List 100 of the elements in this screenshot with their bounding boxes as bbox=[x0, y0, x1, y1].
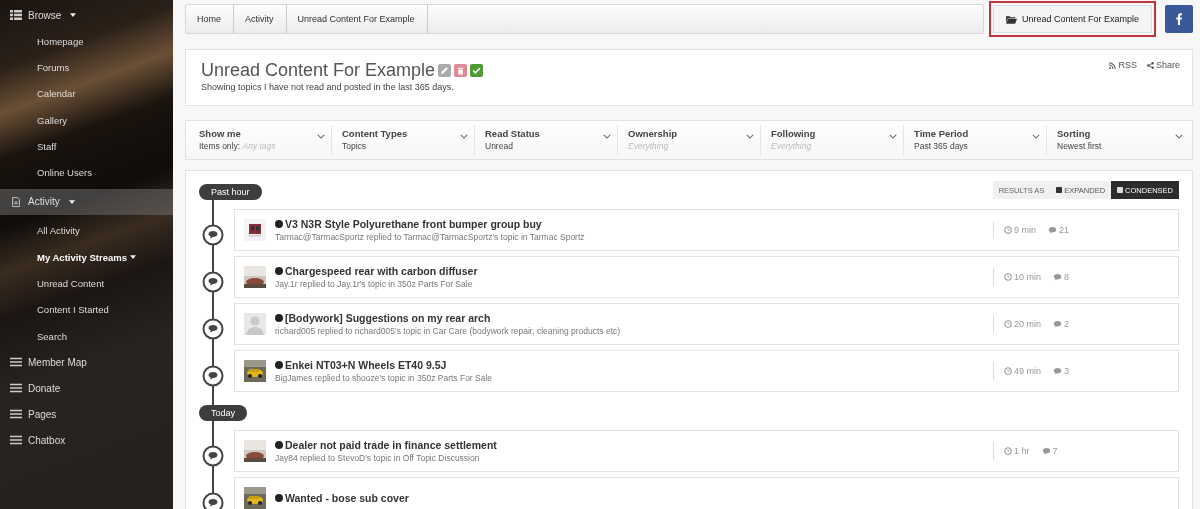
chevron-down-icon bbox=[1032, 134, 1040, 139]
topic-title-link[interactable]: Enkei NT03+N Wheels ET40 9.5J bbox=[275, 359, 993, 371]
sidebar-item[interactable]: Search bbox=[0, 322, 173, 350]
clock-icon bbox=[1004, 367, 1012, 375]
speech-bubble-icon bbox=[1053, 273, 1062, 281]
topic-title-link[interactable]: Wanted - bose sub cover bbox=[275, 492, 1168, 504]
share-icon bbox=[1146, 61, 1154, 69]
sidebar-section[interactable]: Donate bbox=[0, 375, 173, 402]
page-description: Showing topics I have not read and posted in the last 365 days. bbox=[201, 82, 455, 92]
sidebar-section[interactable]: Activity bbox=[0, 188, 173, 215]
clock-icon bbox=[1004, 226, 1012, 234]
reply-count: 21 bbox=[1048, 225, 1070, 235]
chevron-down-icon bbox=[317, 134, 325, 139]
time-group-label: Today bbox=[199, 405, 248, 421]
sidebar-item[interactable]: My Activity Streams bbox=[0, 244, 173, 271]
activity-summary: BigJames replied to shooze's topic in 350z Parts For Sale bbox=[275, 373, 494, 383]
clock-icon bbox=[1004, 447, 1012, 455]
filter-dropdown[interactable]: Content Types Topics bbox=[332, 125, 475, 155]
edit-button[interactable] bbox=[438, 64, 452, 77]
activity-card[interactable]: V3 N3R Style Polyurethane front bumper group buy Tarmac@TarmacSportz replied to Tarmac@TarmacSportz's topic in Tarmac Sportz 9 min 21 bbox=[234, 209, 1179, 251]
clock-icon bbox=[1004, 320, 1012, 328]
speech-bubble-icon bbox=[1053, 320, 1062, 328]
breadcrumb-link[interactable]: Home bbox=[186, 5, 234, 33]
activity-card[interactable]: Dealer not paid trade in finance settlement Jay84 replied to StevoD's topic in Off Topic Discussion 1 hr 7 bbox=[234, 430, 1179, 472]
topic-title-link[interactable]: Dealer not paid trade in finance settlement bbox=[275, 439, 993, 451]
time-ago: 9 min bbox=[1004, 225, 1036, 235]
time-ago: 1 hr bbox=[1004, 446, 1030, 456]
confirm-button[interactable] bbox=[470, 64, 484, 77]
topic-title-link[interactable]: [Bodywork] Suggestions on my rear arch bbox=[275, 312, 993, 324]
activity-card[interactable]: Wanted - bose sub cover bbox=[234, 477, 1179, 509]
document-icon bbox=[10, 196, 22, 207]
time-ago: 10 min bbox=[1004, 272, 1041, 282]
comment-node-icon bbox=[202, 445, 224, 467]
sidebar-item[interactable]: Content I Started bbox=[0, 296, 173, 323]
menu-icon bbox=[10, 357, 22, 368]
sidebar-item[interactable]: Unread Content bbox=[0, 270, 173, 297]
comment-node-icon bbox=[202, 224, 224, 246]
time-ago: 20 min bbox=[1004, 319, 1041, 329]
unread-content-button[interactable]: Unread Content For Example bbox=[992, 5, 1152, 33]
speech-bubble-icon bbox=[1048, 226, 1057, 234]
sidebar-item[interactable]: Forums bbox=[0, 54, 173, 81]
sidebar-item[interactable]: Homepage bbox=[0, 28, 173, 55]
pencil-icon bbox=[440, 66, 450, 75]
page-title: Unread Content For Example bbox=[201, 60, 436, 81]
reply-count: 3 bbox=[1053, 366, 1070, 376]
facebook-icon bbox=[1176, 13, 1182, 25]
comment-node-icon bbox=[202, 318, 224, 340]
square-icon bbox=[1117, 187, 1124, 193]
check-icon bbox=[472, 66, 482, 75]
chevron-down-icon bbox=[889, 134, 897, 139]
filter-dropdown[interactable]: Sorting Newest first bbox=[1047, 125, 1189, 155]
activity-summary: Jay84 replied to StevoD's topic in Off Topic Discussion bbox=[275, 453, 481, 463]
menu-icon bbox=[10, 383, 22, 394]
activity-summary: richard005 replied to richard005's topic in Car Care (bodywork repair, cleaning products etc) bbox=[275, 326, 622, 336]
activity-card[interactable]: Chargespeed rear with carbon diffuser Jay.1r replied to Jay.1r's topic in 350z Parts For Sale 10 min 8 bbox=[234, 256, 1179, 298]
avatar-icon bbox=[244, 313, 266, 335]
rss-icon bbox=[1109, 61, 1117, 69]
delete-button[interactable] bbox=[454, 64, 468, 77]
sidebar-section[interactable]: Browse bbox=[0, 2, 173, 28]
sidebar-item[interactable]: Gallery bbox=[0, 106, 173, 134]
time-ago: 49 min bbox=[1004, 366, 1041, 376]
reply-count: 8 bbox=[1053, 272, 1070, 282]
activity-card[interactable]: Enkei NT03+N Wheels ET40 9.5J BigJames replied to shooze's topic in 350z Parts For Sale 49 min 3 bbox=[234, 350, 1179, 392]
speech-bubble-icon bbox=[1053, 367, 1062, 375]
sidebar-item[interactable]: Calendar bbox=[0, 80, 173, 107]
menu-icon bbox=[10, 409, 22, 420]
sidebar-section[interactable]: Pages bbox=[0, 401, 173, 428]
activity-summary: Tarmac@TarmacSportz replied to Tarmac@TarmacSportz's topic in Tarmac Sportz bbox=[275, 232, 586, 242]
share-link[interactable]: Share bbox=[1146, 60, 1180, 70]
trash-icon bbox=[456, 66, 466, 75]
topic-title-link[interactable]: V3 N3R Style Polyurethane front bumper group buy bbox=[275, 218, 993, 230]
chevron-down-icon bbox=[603, 134, 611, 139]
activity-card[interactable]: [Bodywork] Suggestions on my rear arch richard005 replied to richard005's topic in Car Care (bodywork repair, cleaning products etc) 20 min 2 bbox=[234, 303, 1179, 345]
speech-bubble-icon bbox=[1041, 447, 1051, 455]
sidebar-item[interactable]: Staff bbox=[0, 133, 173, 160]
filter-dropdown[interactable]: Ownership Everything bbox=[618, 125, 761, 155]
clock-icon bbox=[1004, 273, 1012, 281]
activity-summary: Jay.1r replied to Jay.1r's topic in 350z Parts For Sale bbox=[275, 279, 474, 289]
square-icon bbox=[1056, 187, 1063, 193]
folder-icon bbox=[1005, 14, 1017, 24]
filter-dropdown[interactable]: Following Everything bbox=[761, 125, 904, 155]
menu-icon bbox=[10, 435, 22, 446]
grid-icon bbox=[10, 10, 22, 20]
time-group-label: Past hour bbox=[199, 184, 262, 200]
facebook-button[interactable] bbox=[1165, 5, 1193, 33]
reply-count: 2 bbox=[1053, 319, 1070, 329]
sidebar-item[interactable]: All Activity bbox=[0, 217, 173, 245]
reply-count: 7 bbox=[1041, 446, 1058, 456]
breadcrumb-link[interactable]: Activity bbox=[234, 5, 287, 33]
comment-node-icon bbox=[202, 365, 224, 387]
sidebar-item[interactable]: Online Users bbox=[0, 159, 173, 186]
chevron-down-icon bbox=[460, 134, 468, 139]
filter-dropdown[interactable]: Time Period Past 365 days bbox=[904, 125, 1047, 155]
sidebar-section[interactable]: Chatbox bbox=[0, 427, 173, 454]
sidebar-section[interactable]: Member Map bbox=[0, 349, 173, 376]
chevron-down-icon bbox=[746, 134, 754, 139]
breadcrumb-link[interactable]: Unread Content For Example bbox=[286, 5, 428, 33]
rss-link[interactable]: RSS bbox=[1109, 60, 1137, 70]
topic-title-link[interactable]: Chargespeed rear with carbon diffuser bbox=[275, 265, 993, 277]
filter-dropdown[interactable]: Read Status Unread bbox=[475, 125, 618, 155]
